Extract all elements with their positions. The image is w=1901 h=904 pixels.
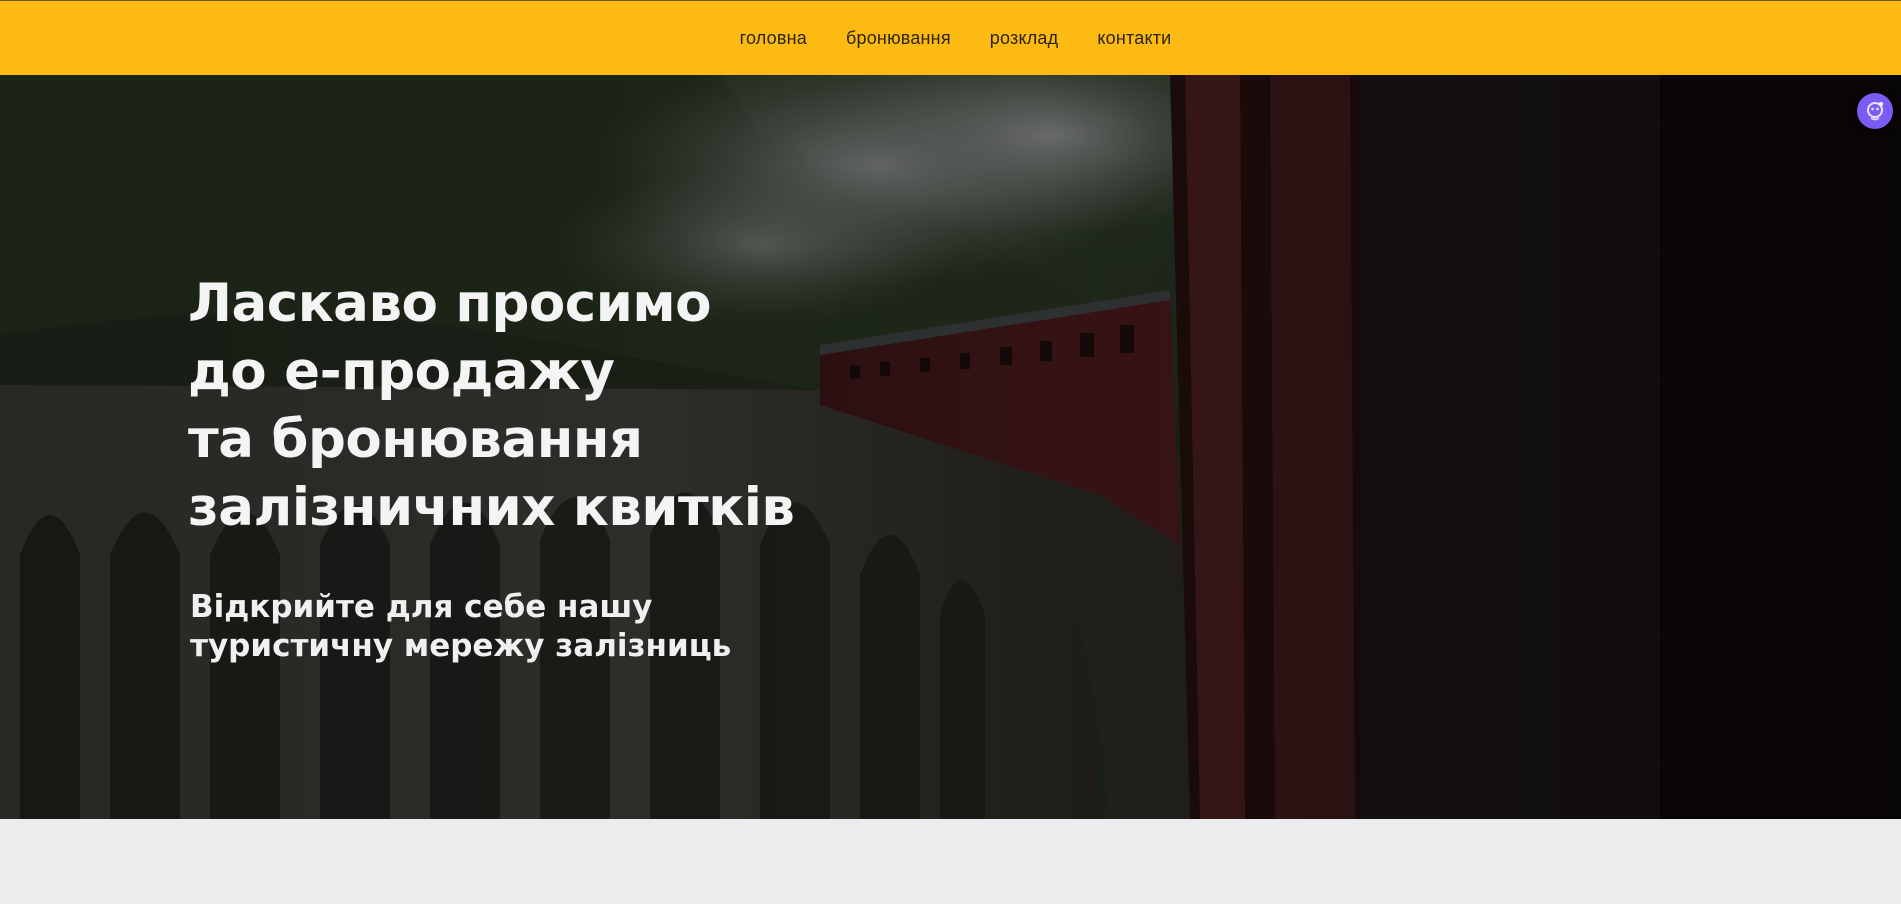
hero-subtitle: Відкрийте для себе нашу туристичну мереж… xyxy=(190,588,810,666)
below-hero-section xyxy=(0,819,1901,904)
hero-subtitle-line: Відкрийте для себе нашу xyxy=(190,589,653,625)
nav-link-contacts[interactable]: контакти xyxy=(1097,28,1171,49)
hero-title-line: до е-продажу xyxy=(188,341,615,402)
top-navigation-bar: головна бронювання розклад контакти xyxy=(0,0,1901,75)
hero-title-line: Ласкаво просимо xyxy=(188,273,712,334)
chat-assistant-button[interactable] xyxy=(1857,93,1893,129)
main-nav: головна бронювання розклад контакти xyxy=(740,28,1172,49)
hero-subtitle-line: туристичну мережу залізниць xyxy=(190,628,732,664)
hero-title: Ласкаво просимо до е-продажу та бронюван… xyxy=(188,270,908,542)
nav-link-booking[interactable]: бронювання xyxy=(846,28,951,49)
hero-title-line: та бронювання xyxy=(188,409,643,470)
hero-title-line: залізничних квитків xyxy=(188,477,795,538)
hero-text-block: Ласкаво просимо до е-продажу та бронюван… xyxy=(188,270,908,666)
hero-section: Ласкаво просимо до е-продажу та бронюван… xyxy=(0,75,1901,819)
chat-assistant-icon xyxy=(1867,102,1883,121)
nav-link-schedule[interactable]: розклад xyxy=(990,28,1059,49)
nav-link-home[interactable]: головна xyxy=(740,28,807,49)
